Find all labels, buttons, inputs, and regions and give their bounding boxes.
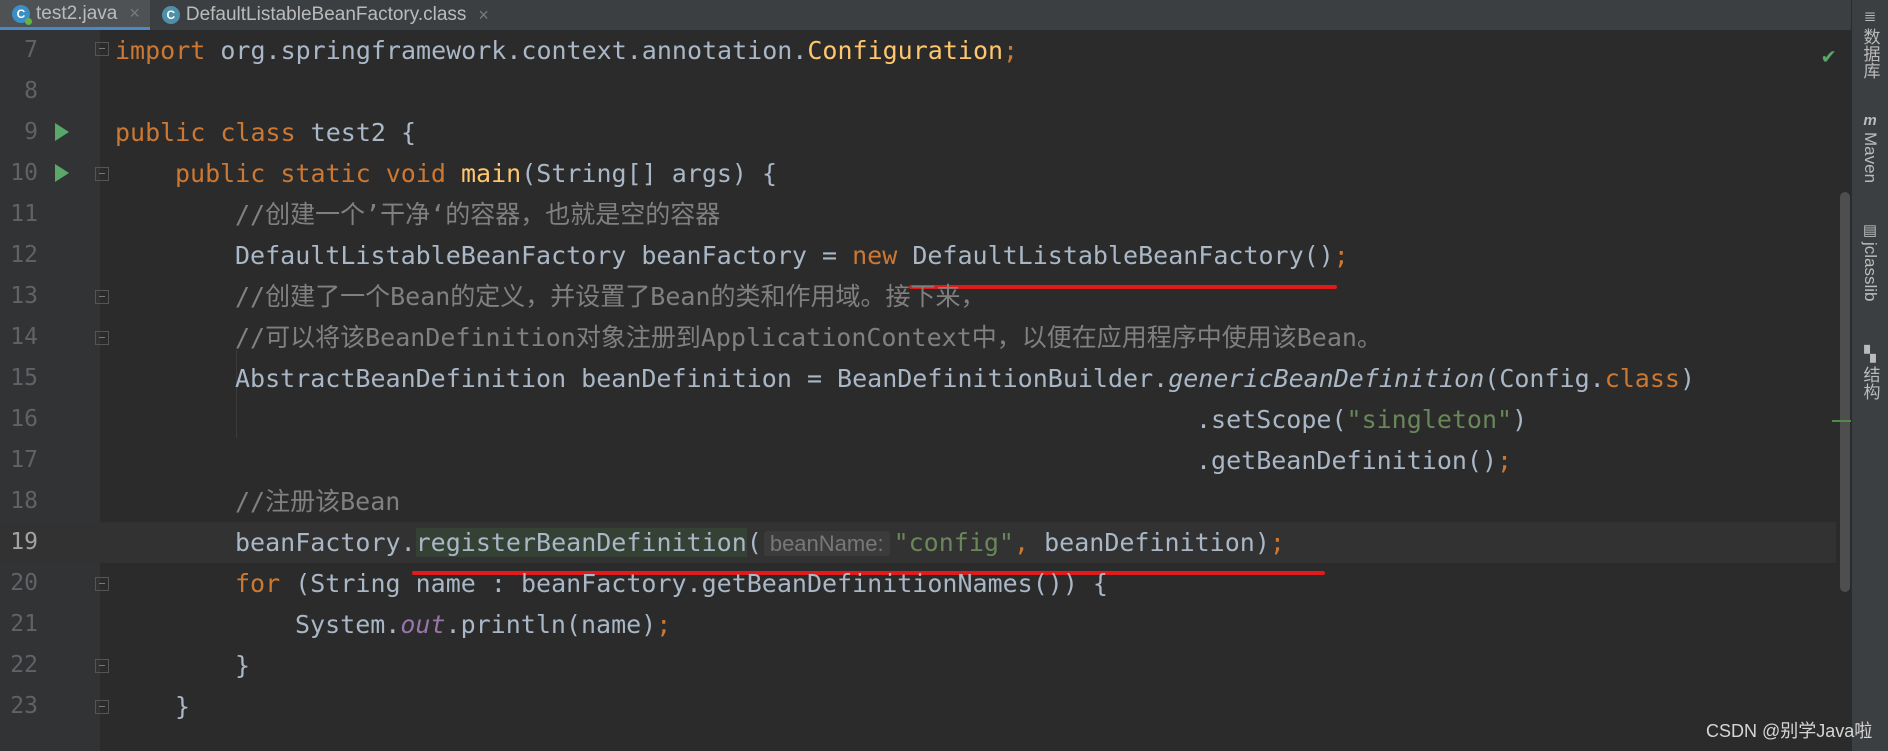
jclasslib-icon: ▤: [1862, 222, 1878, 239]
structure-panel-tab[interactable]: ▚ 结构: [1852, 346, 1888, 400]
no-errors-check-icon[interactable]: ✔: [1822, 44, 1835, 69]
scrollbar-thumb[interactable]: [1840, 192, 1850, 592]
line-number: 9: [24, 119, 38, 145]
panel-label: Maven: [1861, 132, 1880, 184]
java-class-icon: C: [12, 4, 32, 25]
close-tab-icon[interactable]: ×: [129, 3, 140, 24]
fold-marker-icon[interactable]: [95, 290, 109, 304]
watermark-text: CSDN @别学Java啦: [1706, 721, 1873, 741]
line-number: 22: [10, 652, 38, 678]
maven-icon: m: [1863, 111, 1877, 129]
line-number: 8: [24, 78, 38, 104]
structure-icon: ▚: [1864, 346, 1876, 363]
code-line-13[interactable]: 13 //创建了一个Bean的定义，并设置了Bean的类和作用域。接下来，: [0, 276, 1852, 317]
line-number: 13: [10, 283, 38, 309]
code-line-11[interactable]: 11 //创建一个’干净‘的容器，也就是空的容器: [0, 194, 1852, 235]
fold-marker-icon[interactable]: [95, 42, 109, 56]
line-number: 23: [10, 693, 38, 719]
parameter-hint: beanName:: [763, 531, 890, 556]
line-number: 17: [10, 447, 38, 473]
code-text: }: [235, 651, 251, 680]
code-text: beanFactory.registerBeanDefinition(beanN…: [235, 528, 1285, 557]
code-text: System.out.println(name);: [295, 610, 672, 639]
fold-marker-icon[interactable]: [95, 167, 109, 181]
run-main-icon[interactable]: [55, 164, 69, 182]
comment-text: //可以将该BeanDefinition对象注册到ApplicationCont…: [235, 323, 1382, 352]
code-text: AbstractBeanDefinition beanDefinition = …: [235, 364, 1696, 393]
class-file-icon: C: [161, 6, 180, 24]
fold-marker-icon[interactable]: [95, 700, 109, 714]
close-tab-icon[interactable]: ×: [478, 5, 489, 26]
panel-label: jclasslib: [1861, 242, 1880, 302]
comment-text: //创建了一个Bean的定义，并设置了Bean的类和作用域。接下来，: [235, 282, 986, 311]
code-line-19[interactable]: 19 beanFactory.registerBeanDefinition(be…: [0, 522, 1852, 563]
database-icon: ≣: [1863, 8, 1877, 25]
code-editor[interactable]: 7 import org.springframework.context.ann…: [0, 30, 1852, 751]
code-text: import org.springframework.context.annot…: [115, 36, 1019, 65]
right-tool-strip: ≣ 数据库 m Maven ▤ jclasslib ▚ 结构: [1851, 0, 1888, 751]
line-number: 16: [10, 406, 38, 432]
tab-defaultlistablebeanfactory-class[interactable]: C DefaultListableBeanFactory.class ×: [150, 0, 499, 30]
code-text: .getBeanDefinition();: [1196, 446, 1513, 475]
code-line-7[interactable]: 7 import org.springframework.context.ann…: [0, 30, 1852, 71]
line-number: 20: [10, 570, 38, 596]
code-line-20[interactable]: 20 for (String name : beanFactory.getBea…: [0, 563, 1852, 604]
comment-text: //注册该Bean: [235, 487, 401, 516]
code-text: }: [175, 692, 191, 721]
fold-marker-icon[interactable]: [95, 577, 109, 591]
change-marker: [1832, 420, 1852, 422]
line-number: 15: [10, 365, 38, 391]
line-number: 7: [24, 37, 38, 63]
code-line-23[interactable]: 23 }: [0, 686, 1852, 727]
tab-test2-java[interactable]: C test2.java ×: [0, 0, 150, 30]
run-class-icon[interactable]: [55, 123, 69, 141]
code-text: public static void main(String[] args) {: [175, 159, 778, 188]
code-line-12[interactable]: 12 DefaultListableBeanFactory beanFactor…: [0, 235, 1852, 276]
panel-label: 结构: [1860, 366, 1880, 400]
tab-label: DefaultListableBeanFactory.class: [185, 4, 467, 25]
code-line-14[interactable]: 14 //可以将该BeanDefinition对象注册到ApplicationC…: [0, 317, 1852, 358]
code-line-8[interactable]: 8: [0, 71, 1852, 112]
maven-panel-tab[interactable]: m Maven: [1852, 111, 1888, 184]
database-panel-tab[interactable]: ≣ 数据库: [1852, 8, 1888, 79]
fold-marker-icon[interactable]: [95, 331, 109, 345]
line-number: 18: [10, 488, 38, 514]
code-text: for (String name : beanFactory.getBeanDe…: [235, 569, 1108, 598]
line-number: 14: [10, 324, 38, 350]
code-line-21[interactable]: 21 System.out.println(name);: [0, 604, 1852, 645]
line-number: 19: [10, 529, 38, 555]
editor-tab-bar: C test2.java × C DefaultListableBeanFact…: [0, 0, 1852, 31]
line-number: 21: [10, 611, 38, 637]
code-line-9[interactable]: 9 public class test2 {: [0, 112, 1852, 153]
jclasslib-panel-tab[interactable]: ▤ jclasslib: [1852, 222, 1888, 302]
code-line-15[interactable]: 15 AbstractBeanDefinition beanDefinition…: [0, 358, 1852, 399]
code-line-10[interactable]: 10 public static void main(String[] args…: [0, 153, 1852, 194]
tab-label: test2.java: [36, 2, 118, 24]
line-number: 10: [10, 160, 38, 186]
code-line-16[interactable]: 16 .setScope("singleton"): [0, 399, 1852, 440]
code-line-17[interactable]: 17 .getBeanDefinition();: [0, 440, 1852, 481]
code-text: .setScope("singleton"): [1196, 405, 1528, 434]
comment-text: //创建一个’干净‘的容器，也就是空的容器: [235, 200, 721, 229]
code-text: DefaultListableBeanFactory beanFactory =…: [235, 241, 1349, 270]
panel-label: 数据库: [1860, 28, 1880, 79]
code-text: public class test2 {: [115, 118, 417, 147]
line-number: 11: [10, 201, 38, 227]
fold-marker-icon[interactable]: [95, 659, 109, 673]
line-number: 12: [10, 242, 38, 268]
code-line-22[interactable]: 22 }: [0, 645, 1852, 686]
code-line-18[interactable]: 18 //注册该Bean: [0, 481, 1852, 522]
